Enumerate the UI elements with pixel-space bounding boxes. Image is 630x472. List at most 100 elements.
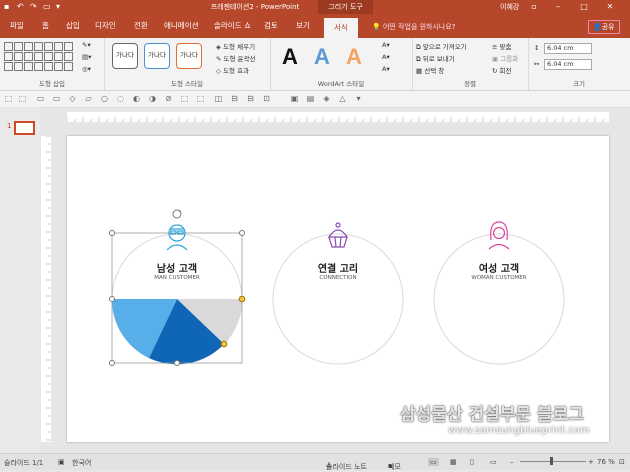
tool-icon[interactable]: ◈ [322,94,331,103]
text-fill-icon[interactable]: A▾ [382,41,390,49]
zoom-in-button[interactable]: + [588,458,594,466]
tool-icon[interactable]: ▾ [354,94,363,103]
tool-icon[interactable]: ▣ [290,94,299,103]
spellcheck-icon[interactable]: ▣ [58,458,65,466]
wordart-preset[interactable]: A [346,44,362,70]
tool-icon[interactable]: ◇ [68,94,77,103]
tool-icon[interactable]: ⊟ [246,94,255,103]
tool-icon[interactable]: ◌ [116,94,125,103]
tool-icon[interactable]: ⬚ [4,94,13,103]
shape-outline-button[interactable]: ✎ 도형 윤곽선 [216,53,256,63]
tab-format[interactable]: 서식 [324,18,358,39]
slide-canvas[interactable]: 남성 고객 MAN CUSTOMER 연결 고리 CONNECTION 여성 고… [67,136,609,442]
shape-item[interactable] [54,52,63,61]
shape-effects-button[interactable]: ◇ 도형 효과 [216,65,249,75]
wordart-preset[interactable]: A [282,44,298,70]
reading-view-icon[interactable]: ▯ [470,458,474,466]
adjust-handle[interactable] [220,340,228,348]
send-backward-button[interactable]: ⧉ 뒤로 보내기 [416,53,455,64]
resize-handle[interactable] [174,360,180,366]
resize-handle[interactable] [109,230,115,236]
shapes-gallery[interactable] [3,41,73,73]
redo-icon[interactable]: ↷ [30,2,38,11]
save-icon[interactable]: ▪ [4,2,12,11]
circle-subtitle-right[interactable]: WOMAN CUSTOMER [449,275,549,281]
resize-handle[interactable] [109,296,115,302]
tab-transitions[interactable]: 전환 [134,20,148,31]
user-name[interactable]: 이혜강 [500,2,519,12]
shape-item[interactable] [34,62,43,71]
zoom-slider-thumb[interactable] [550,457,553,465]
shape-item[interactable] [14,42,23,51]
tab-insert[interactable]: 삽입 [66,20,80,31]
shape-item[interactable] [4,62,13,71]
shape-item[interactable] [24,52,33,61]
shape-item[interactable] [64,42,73,51]
tool-icon[interactable]: ▤ [306,94,315,103]
align-button[interactable]: ≡ 맞춤 [492,41,512,51]
tab-view[interactable]: 보기 [296,20,310,31]
circle-title-right[interactable]: 여성 고객 [449,260,549,275]
shape-item[interactable] [54,42,63,51]
close-button[interactable]: ✕ [604,1,616,13]
fit-slide-icon[interactable]: ⊡ [619,458,625,466]
height-field[interactable]: 6.04 cm [544,43,592,54]
shape-item[interactable] [64,52,73,61]
width-field[interactable]: 6.04 cm [544,59,592,70]
tab-animations[interactable]: 애니메이션 [164,20,199,31]
rotate-handle-icon[interactable] [172,209,182,219]
maximize-button[interactable]: □ [578,1,590,13]
tab-slideshow[interactable]: 슬라이드 쇼 [214,20,251,31]
start-slideshow-icon[interactable]: ▭ [43,2,51,11]
language-indicator[interactable]: 한국어 [72,458,91,468]
tool-icon[interactable]: ⊘ [164,94,173,103]
tab-design[interactable]: 디자인 [95,20,116,31]
shape-item[interactable] [14,52,23,61]
ribbon-display-icon[interactable]: ▫ [528,1,540,13]
undo-icon[interactable]: ↶ [17,2,25,11]
text-box-icon[interactable]: ▤▾ [82,53,91,61]
shape-style-preset[interactable]: 가나다 [176,43,202,69]
shape-item[interactable] [54,62,63,71]
circle-subtitle-left[interactable]: MAN CUSTOMER [127,275,227,281]
zoom-level[interactable]: 76 % [597,458,615,466]
tool-icon[interactable]: ⊡ [262,94,271,103]
circle-subtitle-center[interactable]: CONNECTION [288,275,388,281]
slide-thumbnail[interactable] [14,121,35,135]
shape-item[interactable] [44,52,53,61]
edit-shape-icon[interactable]: ✎▾ [82,41,91,49]
tool-icon[interactable]: ◫ [214,94,223,103]
tool-icon[interactable]: ▭ [36,94,45,103]
shape-style-preset[interactable]: 가나다 [112,43,138,69]
tool-icon[interactable]: ⬚ [196,94,205,103]
shape-item[interactable] [44,62,53,71]
tool-icon[interactable]: ⬚ [180,94,189,103]
text-outline-icon[interactable]: A▾ [382,53,390,61]
merge-shapes-icon[interactable]: ◎▾ [82,65,91,73]
tool-icon[interactable]: ⬚ [18,94,27,103]
shape-style-preset[interactable]: 가나다 [144,43,170,69]
selection-pane-button[interactable]: ▦ 선택 창 [416,65,444,75]
customize-qat-icon[interactable]: ▾ [56,2,64,11]
tab-home[interactable]: 홈 [42,20,49,31]
group-button[interactable]: ▣ 그룹화 [492,53,518,63]
tell-me-box[interactable]: 💡 어떤 작업을 원하시나요? [372,22,456,32]
tool-icon[interactable]: ◐ [132,94,141,103]
shape-fill-button[interactable]: ◈ 도형 채우기 [216,41,255,51]
shape-item[interactable] [24,62,33,71]
shape-item[interactable] [14,62,23,71]
rotate-button[interactable]: ↻ 회전 [492,65,512,75]
tool-icon[interactable]: ⊟ [230,94,239,103]
slide-sorter-icon[interactable]: ▦ [450,458,457,466]
adjust-handle[interactable] [238,295,246,303]
tool-icon[interactable]: ◑ [148,94,157,103]
shape-item[interactable] [34,42,43,51]
slideshow-view-icon[interactable]: ▭ [490,458,497,466]
tool-icon[interactable]: ○ [100,94,109,103]
shape-item[interactable] [34,52,43,61]
resize-handle[interactable] [239,230,245,236]
shape-item[interactable] [64,62,73,71]
zoom-out-button[interactable]: – [510,458,514,466]
share-button[interactable]: 👤공유 [588,20,620,34]
tab-file[interactable]: 파일 [10,20,24,31]
